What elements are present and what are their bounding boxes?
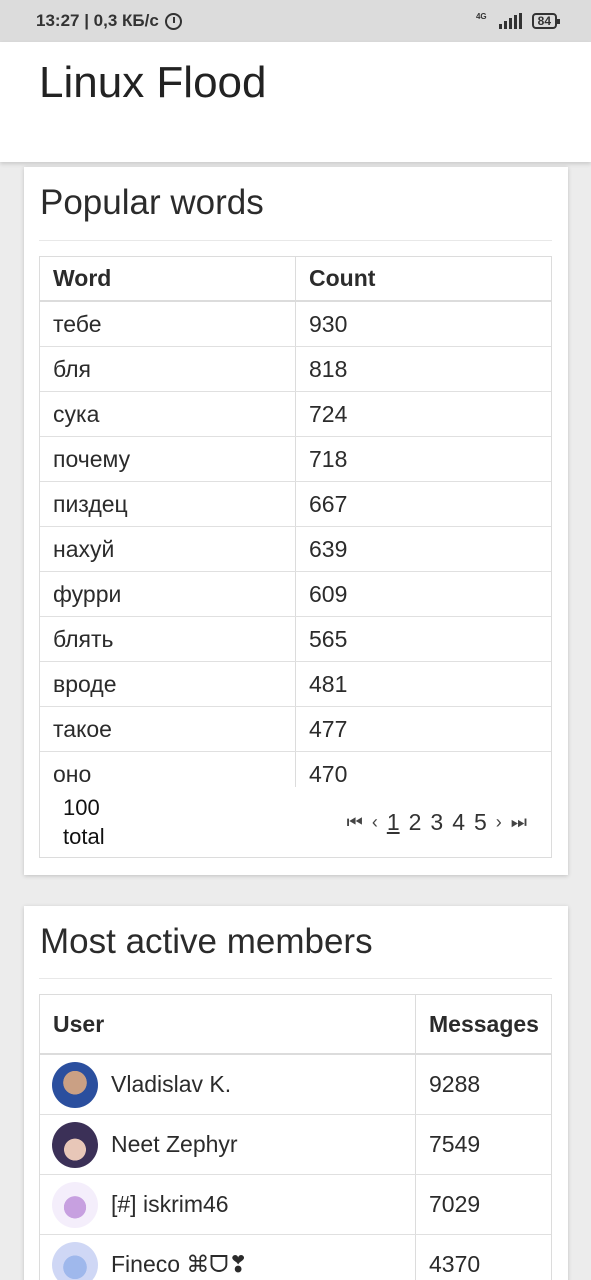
total-label: total — [63, 824, 105, 849]
messages-cell: 4370 — [429, 1251, 481, 1277]
first-page-icon[interactable]: ⏮ — [347, 812, 363, 833]
popular-words-table: Word Count тебе 930 бля 818 сука 724 почему… — [39, 256, 552, 858]
user-name: Neet Zephyr — [111, 1131, 238, 1157]
table-header: User Messages — [40, 995, 551, 1055]
table-row: блять 565 — [40, 617, 551, 662]
divider — [39, 978, 552, 979]
page-link-2[interactable]: 2 — [409, 809, 422, 836]
word-cell: фурри — [40, 572, 296, 616]
table-header: Word Count — [40, 257, 551, 302]
page-link-3[interactable]: 3 — [430, 809, 443, 836]
column-header-messages[interactable]: Messages — [416, 995, 551, 1053]
table-row: оно 470 — [40, 752, 551, 787]
table-row: тебе 930 — [40, 302, 551, 347]
table-row: почему 718 — [40, 437, 551, 482]
count-cell: 470 — [309, 760, 348, 787]
avatar — [52, 1181, 98, 1228]
table-body[interactable]: тебе 930 бля 818 сука 724 почему 718 пиздец 6… — [40, 302, 551, 787]
word-cell: блять — [40, 617, 296, 661]
page-link-4[interactable]: 4 — [452, 809, 465, 836]
table-footer: 100 total ⏮ ‹ 1 2 3 4 5 › ⏭ — [40, 787, 551, 857]
prev-page-icon[interactable]: ‹ — [372, 812, 378, 833]
column-header-word[interactable]: Word — [40, 257, 296, 300]
total-number: 100 — [63, 795, 100, 820]
most-active-card: Most active members User Messages Vladis… — [24, 906, 568, 1280]
messages-cell: 7029 — [429, 1191, 481, 1217]
word-cell: сука — [40, 392, 296, 436]
total-count: 100 total — [63, 793, 105, 851]
last-page-icon[interactable]: ⏭ — [511, 812, 527, 833]
table-row[interactable]: Neet Zephyr 7549 — [40, 1115, 551, 1175]
status-time-speed: 13:27 | 0,3 КБ/с — [36, 11, 159, 30]
pagination: ⏮ ‹ 1 2 3 4 5 › ⏭ — [347, 809, 527, 836]
table-row: сука 724 — [40, 392, 551, 437]
word-cell: такое — [40, 707, 296, 751]
column-header-user[interactable]: User — [40, 995, 416, 1053]
table-row: пиздец 667 — [40, 482, 551, 527]
alarm-icon — [164, 12, 182, 30]
popular-words-title: Popular words — [40, 183, 264, 222]
count-cell: 477 — [309, 715, 348, 742]
table-row: вроде 481 — [40, 662, 551, 707]
word-cell: тебе — [40, 302, 296, 346]
messages-cell: 9288 — [429, 1071, 481, 1097]
table-row: нахуй 639 — [40, 527, 551, 572]
count-cell: 639 — [309, 535, 348, 562]
table-row[interactable]: [#] iskrim46 7029 — [40, 1175, 551, 1235]
count-cell: 481 — [309, 670, 348, 697]
word-cell: оно — [40, 752, 296, 787]
page-link-1[interactable]: 1 — [387, 809, 400, 836]
messages-cell: 7549 — [429, 1131, 481, 1157]
status-left: 13:27 | 0,3 КБ/с — [36, 11, 182, 31]
word-cell: бля — [40, 347, 296, 391]
user-name: Vladislav K. — [111, 1071, 232, 1097]
app-bar: Linux Flood — [0, 42, 591, 162]
count-cell: 818 — [309, 355, 348, 382]
signal-icon — [498, 13, 522, 29]
avatar — [52, 1241, 98, 1280]
user-name: [#] iskrim46 — [111, 1191, 229, 1217]
app-title: Linux Flood — [39, 58, 267, 107]
battery-icon: 84 — [531, 13, 561, 29]
count-cell: 718 — [309, 445, 348, 472]
count-cell: 724 — [309, 400, 348, 427]
word-cell: почему — [40, 437, 296, 481]
avatar — [52, 1121, 98, 1168]
most-active-title: Most active members — [40, 922, 373, 961]
table-row: такое 477 — [40, 707, 551, 752]
table-row: фурри 609 — [40, 572, 551, 617]
divider — [39, 240, 552, 241]
avatar — [52, 1061, 98, 1108]
members-table: User Messages Vladislav K. 9288 Neet Zep… — [39, 994, 552, 1280]
table-row[interactable]: Vladislav K. 9288 — [40, 1055, 551, 1115]
popular-words-card: Popular words Word Count тебе 930 бля 818 … — [24, 167, 568, 875]
word-cell: пиздец — [40, 482, 296, 526]
status-right: 4G 84 — [475, 12, 561, 29]
table-row[interactable]: Fineco ⌘ᗜ❣ 4370 — [40, 1235, 551, 1280]
word-cell: вроде — [40, 662, 296, 706]
word-cell: нахуй — [40, 527, 296, 571]
next-page-icon[interactable]: › — [496, 812, 502, 833]
count-cell: 565 — [309, 625, 348, 652]
user-name: Fineco ⌘ᗜ❣ — [111, 1251, 248, 1277]
count-cell: 609 — [309, 580, 348, 607]
count-cell: 930 — [309, 310, 348, 337]
status-bar: 13:27 | 0,3 КБ/с 4G 84 — [0, 0, 591, 42]
network-type: 4G — [475, 12, 487, 21]
page-link-5[interactable]: 5 — [474, 809, 487, 836]
count-cell: 667 — [309, 490, 348, 517]
table-row: бля 818 — [40, 347, 551, 392]
column-header-count[interactable]: Count — [296, 257, 551, 300]
